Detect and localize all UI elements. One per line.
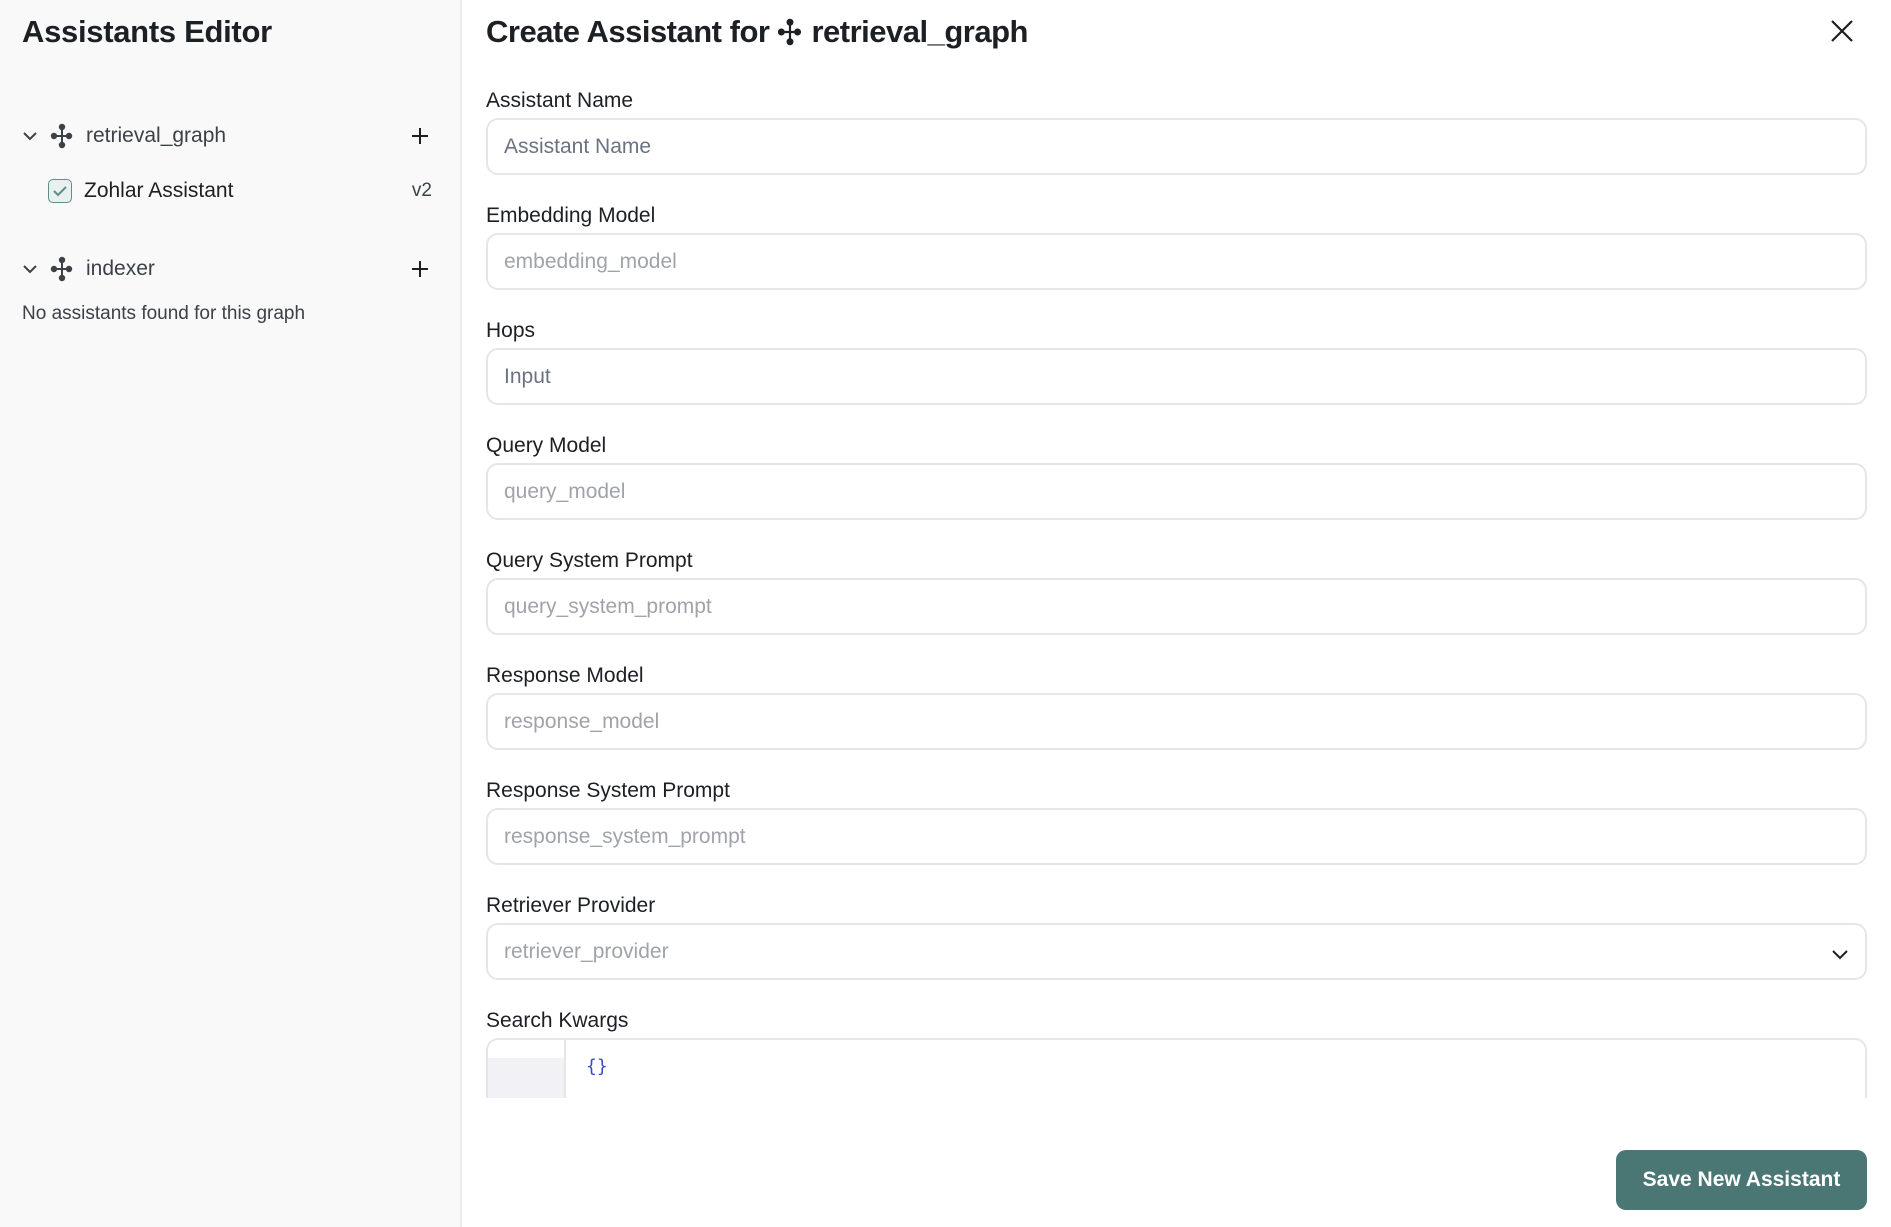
field-label: Assistant Name (486, 89, 634, 112)
field-label: Response Model (486, 664, 644, 687)
sidebar-title: Assistants Editor (22, 14, 272, 49)
line-number-gutter (488, 1040, 566, 1098)
active-line-highlight (488, 1058, 564, 1098)
add-assistant-button[interactable] (406, 122, 434, 150)
assistant-checkbox[interactable] (48, 179, 72, 203)
assistant-name-input[interactable]: Assistant Name (486, 118, 1867, 175)
graph-row-retrieval-graph[interactable]: retrieval_graph (22, 116, 438, 156)
chevron-down-icon[interactable] (22, 128, 38, 144)
create-assistant-panel: Create Assistant for retrieval_graph Ass… (462, 0, 1891, 1227)
select-placeholder: retriever_provider (504, 939, 669, 963)
graph-nodes-icon (777, 17, 803, 47)
retriever-provider-select[interactable]: retriever_provider (486, 923, 1867, 980)
title-prefix: Create Assistant for (486, 14, 770, 49)
graph-nodes-icon (50, 256, 74, 282)
field-label: Response System Prompt (486, 779, 730, 802)
save-new-assistant-button[interactable]: Save New Assistant (1616, 1150, 1867, 1210)
panel-header: Create Assistant for retrieval_graph (486, 0, 1867, 64)
graph-name: indexer (86, 257, 155, 280)
field-search-kwargs: Search Kwargs {} (486, 998, 1867, 1098)
chevron-down-icon (1831, 943, 1849, 967)
query-system-prompt-input[interactable]: query_system_prompt (486, 578, 1867, 635)
chevron-down-icon[interactable] (22, 261, 38, 277)
field-query-system-prompt: Query System Prompt query_system_prompt (486, 538, 1867, 635)
empty-assistants-message: No assistants found for this graph (22, 303, 306, 324)
field-embedding-model: Embedding Model embedding_model (486, 193, 1867, 290)
title-graph-name: retrieval_graph (811, 14, 1028, 49)
response-model-input[interactable]: response_model (486, 693, 1867, 750)
field-label: Query System Prompt (486, 549, 693, 572)
field-retriever-provider: Retriever Provider retriever_provider (486, 883, 1867, 980)
query-model-input[interactable]: query_model (486, 463, 1867, 520)
panel-title: Create Assistant for retrieval_graph (486, 14, 1028, 50)
field-label: Search Kwargs (486, 1009, 629, 1032)
field-hops: Hops Input (486, 308, 1867, 405)
version-badge: v2 (411, 180, 432, 201)
sidebar: Assistants Editor retrieval_graph Zohlar… (0, 0, 462, 1227)
field-label: Query Model (486, 434, 607, 457)
assistant-name: Zohlar Assistant (84, 179, 234, 202)
embedding-model-input[interactable]: embedding_model (486, 233, 1867, 290)
search-kwargs-editor[interactable]: {} (486, 1038, 1867, 1098)
add-assistant-button[interactable] (406, 255, 434, 283)
field-query-model: Query Model query_model (486, 423, 1867, 520)
graph-row-indexer[interactable]: indexer (22, 249, 438, 289)
field-label: Embedding Model (486, 204, 656, 227)
assistant-form: Assistant Name Assistant Name Embedding … (486, 64, 1867, 1128)
field-assistant-name: Assistant Name Assistant Name (486, 78, 1867, 175)
graph-nodes-icon (50, 123, 74, 149)
hops-input[interactable]: Input (486, 348, 1867, 405)
field-response-system-prompt: Response System Prompt response_system_p… (486, 768, 1867, 865)
close-icon (1831, 20, 1853, 42)
response-system-prompt-input[interactable]: response_system_prompt (486, 808, 1867, 865)
assistant-item[interactable]: Zohlar Assistant v2 (22, 171, 438, 211)
close-button[interactable] (1827, 16, 1857, 46)
graph-name: retrieval_graph (86, 124, 227, 147)
field-label: Retriever Provider (486, 894, 656, 917)
field-label: Hops (486, 319, 536, 342)
code-content[interactable]: {} (566, 1040, 628, 1098)
assistants-editor-app: Assistants Editor retrieval_graph Zohlar… (0, 0, 1891, 1227)
field-response-model: Response Model response_model (486, 653, 1867, 750)
